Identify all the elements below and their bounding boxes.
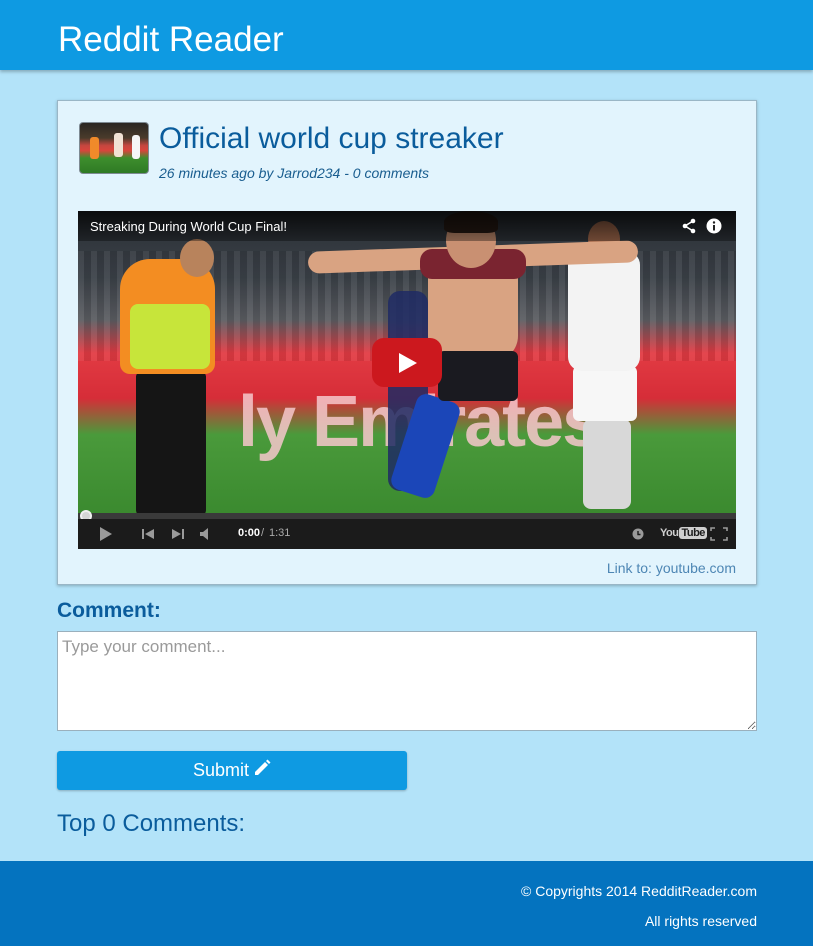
share-icon[interactable] [681,218,697,234]
youtube-logo-you: You [660,527,679,539]
site-title[interactable]: Reddit Reader [58,20,284,60]
post-title[interactable]: Official world cup streaker [159,121,504,157]
info-icon[interactable] [706,218,722,234]
submit-button[interactable]: Submit [57,751,407,790]
time-separator: / [261,527,265,539]
comments-heading: Top 0 Comments: [57,810,246,837]
fullscreen-icon[interactable] [710,527,728,541]
play-icon [399,353,417,373]
video-steward-figure [108,239,228,516]
top-navbar: Reddit Reader [0,0,813,70]
youtube-logo-tube: Tube [679,527,707,539]
thumbnail-figure [90,137,99,159]
watch-later-icon[interactable] [631,527,645,541]
video-title-bar: Streaking During World Cup Final! [78,211,736,241]
volume-icon[interactable] [199,527,213,541]
video-source-link[interactable]: Link to: youtube.com [607,560,736,576]
submit-label: Submit [192,760,250,780]
thumbnail-figure [114,133,123,157]
comment-input[interactable] [57,631,757,731]
post-thumbnail[interactable] [79,122,149,174]
next-icon[interactable] [171,527,185,541]
post-meta: 26 minutes ago by Jarrod234 - 0 comments [159,165,430,181]
video-streaker-figure [307,211,639,511]
footer: © Copyrights 2014 RedditReader.com All r… [0,861,813,946]
thumbnail-figure [132,135,140,159]
youtube-logo[interactable]: You Tube [660,527,707,541]
video-player[interactable]: ly Emirates Streaking During World Cup F… [78,211,736,549]
previous-icon[interactable] [141,527,155,541]
time-total: 1:31 [269,527,291,539]
video-controls: 0:00 / 1:31 You Tube [78,519,736,549]
pencil-icon [253,759,271,782]
comment-label: Comment: [57,599,161,622]
footer-rights: All rights reserved [644,913,757,929]
post-card: Official world cup streaker 26 minutes a… [57,100,757,585]
time-current: 0:00 [238,527,261,539]
control-play-icon[interactable] [99,527,113,541]
footer-copyright: © Copyrights 2014 RedditReader.com [521,883,757,899]
play-button[interactable] [372,338,442,387]
video-title[interactable]: Streaking During World Cup Final! [90,219,287,234]
